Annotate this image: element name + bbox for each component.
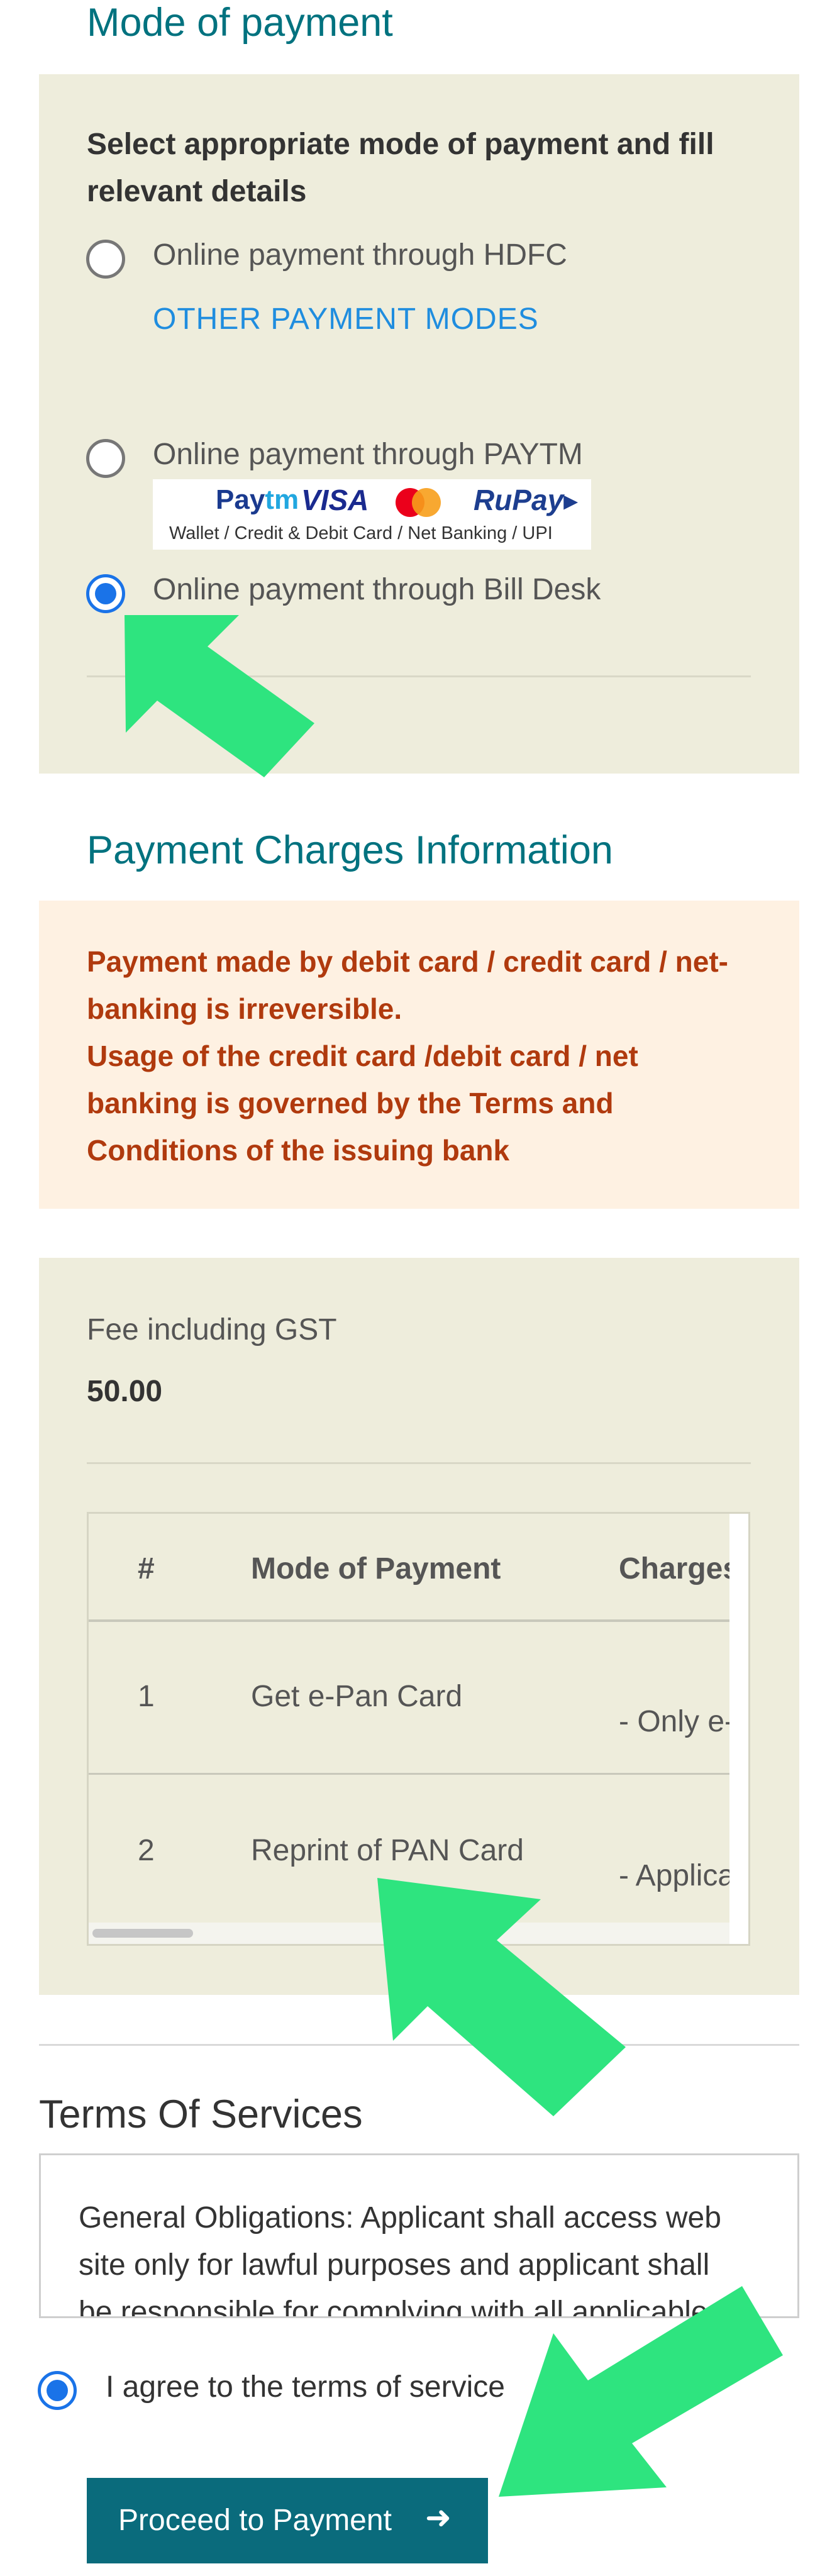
notice-line-1: Payment made by debit card / credit card… — [87, 945, 728, 978]
other-payment-modes-link[interactable]: OTHER PAYMENT MODES — [153, 302, 539, 336]
agree-terms-checkbox[interactable] — [38, 2371, 77, 2410]
radio-paytm[interactable] — [86, 439, 125, 478]
mastercard-logo-circle — [412, 488, 441, 517]
visa-logo: VISA — [301, 484, 369, 516]
arrow-right-icon: ➜ — [425, 2500, 452, 2535]
instruction-line-2: relevant details — [87, 175, 307, 208]
section-divider — [39, 2044, 799, 2046]
charges-table[interactable]: # Mode of Payment Charges 1 Get e-Pan Ca… — [87, 1512, 750, 1946]
terms-text: General Obligations: Applicant shall acc… — [79, 2201, 721, 2318]
table-header-charges: Charges — [619, 1552, 740, 1585]
fee-divider — [87, 1462, 751, 1464]
table-vertical-scrollbar[interactable] — [729, 1514, 748, 1944]
table-row-1-num: 1 — [138, 1680, 155, 1713]
notice-line-3: Usage of the credit card /debit card / n… — [87, 1040, 638, 1072]
table-row-border — [89, 1773, 743, 1775]
option-label-paytm[interactable]: Online payment through PAYTM — [153, 437, 583, 472]
terms-heading: Terms Of Services — [39, 2092, 363, 2136]
table-header-border — [89, 1619, 743, 1622]
table-row-1-mode: Get e-Pan Card — [251, 1680, 463, 1713]
terms-textbox[interactable]: General Obligations: Applicant shall acc… — [39, 2153, 799, 2318]
table-header-mode: Mode of Payment — [251, 1552, 501, 1585]
table-row-2-mode: Reprint of PAN Card — [251, 1834, 524, 1867]
notice-line-5: Conditions of the issuing bank — [87, 1134, 510, 1167]
radio-hdfc[interactable] — [86, 240, 125, 279]
notice-line-2: banking is irreversible. — [87, 992, 402, 1025]
mode-of-payment-heading: Mode of payment — [87, 1, 393, 45]
table-row-1-charges: - Only e- — [619, 1705, 735, 1738]
table-row-2-charges: - Applica — [619, 1859, 735, 1892]
panel-divider — [87, 675, 751, 677]
proceed-button-label: Proceed to Payment — [118, 2504, 392, 2537]
paytm-logos-subtitle: Wallet / Credit & Debit Card / Net Banki… — [169, 523, 553, 543]
fee-value: 50.00 — [87, 1375, 163, 1408]
table-row-2-num: 2 — [138, 1834, 155, 1867]
table-horizontal-scrollbar[interactable] — [92, 1929, 193, 1938]
paytm-payment-logos: Paytm VISA RuPay▸ Wallet / Credit & Debi… — [153, 479, 591, 550]
notice-line-4: banking is governed by the Terms and — [87, 1087, 614, 1119]
paytm-logo: Paytm — [216, 484, 299, 515]
fee-label: Fee including GST — [87, 1313, 337, 1346]
radio-billdesk[interactable] — [86, 574, 125, 613]
option-label-hdfc[interactable]: Online payment through HDFC — [153, 238, 567, 272]
table-header-num: # — [138, 1552, 155, 1585]
rupay-logo: RuPay▸ — [474, 484, 579, 516]
instruction-line-1: Select appropriate mode of payment and f… — [87, 128, 714, 161]
proceed-to-payment-button[interactable]: Proceed to Payment ➜ — [87, 2478, 488, 2563]
irreversible-notice: Payment made by debit card / credit card… — [39, 901, 799, 1209]
option-label-billdesk[interactable]: Online payment through Bill Desk — [153, 572, 601, 607]
payment-charges-heading: Payment Charges Information — [87, 828, 613, 872]
agree-terms-label[interactable]: I agree to the terms of service — [106, 2370, 505, 2404]
